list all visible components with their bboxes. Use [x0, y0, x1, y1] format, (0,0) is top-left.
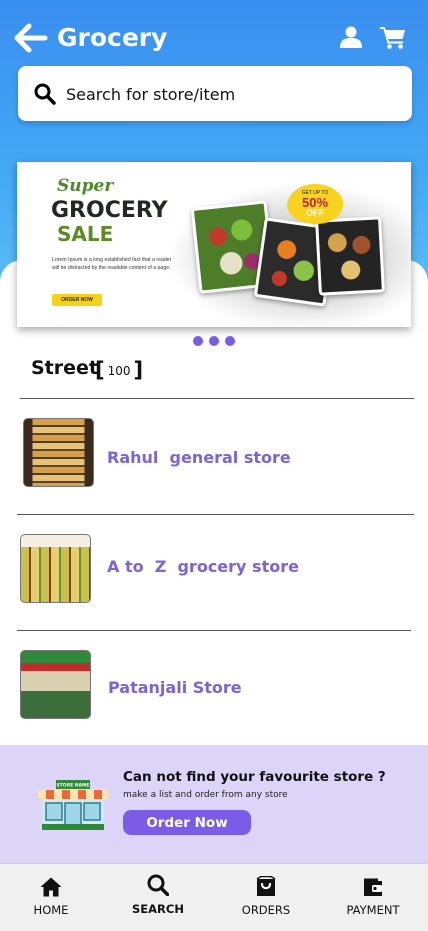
promo-subtitle: make a list and order from any store	[123, 790, 288, 800]
discount-badge: GET UP TO 50% OFF	[287, 184, 343, 224]
store-name: Rahul general store	[107, 448, 291, 467]
nav-orders-label: ORDERS	[241, 903, 291, 917]
banner-body-text: Lorem Ipsum is a long established fact t…	[52, 257, 172, 271]
banner-order-button[interactable]: ORDER NOW	[52, 294, 102, 306]
wallet-icon	[364, 878, 382, 896]
promo-banner[interactable]: Super GROCERY SALE Lorem Ipsum is a long…	[17, 162, 411, 327]
open-bracket: [	[95, 358, 105, 382]
nav-home[interactable]: HOME	[6, 864, 96, 931]
nav-search-label: SEARCH	[132, 902, 184, 916]
nav-orders[interactable]: ORDERS	[221, 864, 311, 931]
store-name: A to Z grocery store	[107, 557, 299, 576]
nav-payment-label: PAYMENT	[346, 903, 400, 917]
missing-store-promo: STORE NAME Can not find your favourite s…	[0, 745, 428, 863]
shopping-bag-icon	[256, 876, 276, 896]
top-app-bar: Grocery	[0, 0, 428, 70]
promo-title: Can not find your favourite store ?	[123, 769, 386, 785]
store-front-icon: STORE NAME	[38, 780, 108, 830]
divider	[17, 514, 414, 515]
search-icon	[34, 83, 56, 105]
divider	[17, 630, 411, 631]
page-title: Grocery	[57, 23, 168, 52]
store-thumbnail	[20, 650, 91, 719]
store-count: [100]	[95, 358, 143, 386]
store-row[interactable]: Patanjali Store	[17, 641, 413, 741]
nav-home-label: HOME	[33, 903, 69, 917]
banner-super-text: Super	[57, 176, 114, 196]
carousel-dot[interactable]	[209, 336, 219, 346]
nav-payment[interactable]: PAYMENT	[328, 864, 418, 931]
bottom-navigation: HOME SEARCH ORDERS PAYMENT	[0, 863, 428, 931]
store-name: Patanjali Store	[108, 678, 242, 697]
carousel-dot[interactable]	[225, 336, 235, 346]
store-row[interactable]: Rahul general store	[17, 410, 413, 510]
nav-search[interactable]: SEARCH	[113, 864, 203, 931]
banner-grocery-text: GROCERY	[51, 198, 168, 223]
close-bracket: ]	[133, 358, 144, 382]
order-now-button[interactable]: Order Now	[123, 810, 251, 835]
section-title: Street	[31, 357, 98, 379]
user-icon[interactable]	[339, 25, 363, 49]
divider	[20, 398, 414, 399]
store-count-value: 100	[107, 364, 131, 378]
store-thumbnail	[20, 534, 91, 603]
search-input[interactable]	[66, 80, 396, 108]
store-thumbnail	[23, 418, 94, 487]
arrow-left-icon[interactable]	[12, 22, 48, 54]
cart-icon[interactable]	[380, 25, 406, 49]
carousel-dot[interactable]	[193, 336, 203, 346]
badge-off-text: OFF	[306, 208, 324, 218]
store-sign-text: STORE NAME	[56, 783, 89, 789]
spices-photo	[315, 216, 385, 296]
carousel-indicator	[193, 336, 237, 346]
home-icon	[40, 877, 62, 897]
search-icon	[147, 874, 169, 896]
search-bar[interactable]	[18, 66, 412, 121]
store-row[interactable]: A to Z grocery store	[17, 525, 413, 625]
banner-sale-text: SALE	[57, 222, 114, 246]
